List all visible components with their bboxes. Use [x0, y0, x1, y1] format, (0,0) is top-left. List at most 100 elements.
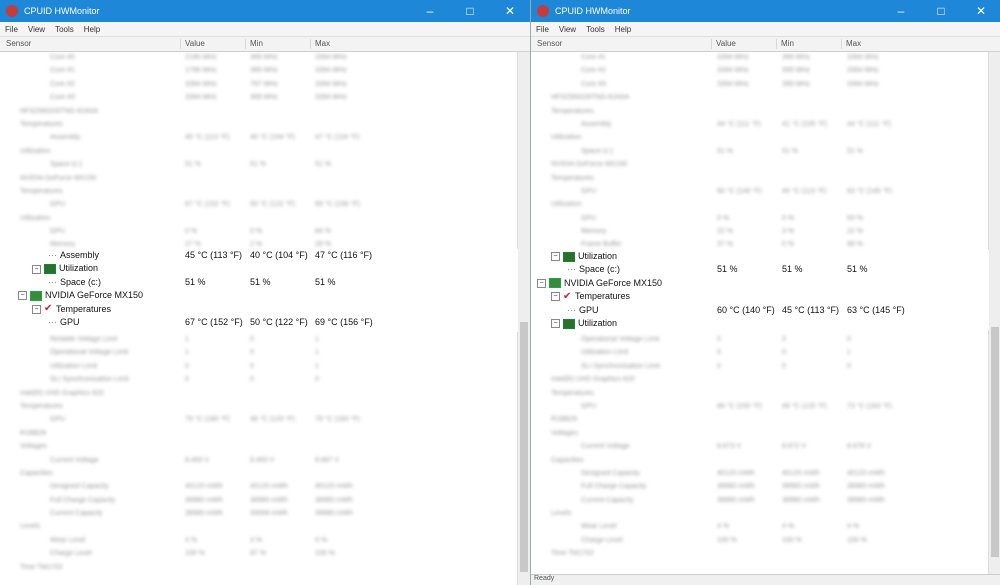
tree-row[interactable]: GPU 60 °C (140 °F) 45 °C (113 °F) 63 °C (14… — [531, 186, 1000, 199]
tree-row[interactable]: Temperatures — [0, 401, 530, 414]
tree-row[interactable]: − NVIDIA GeForce MX150 — [0, 289, 518, 302]
tree-row[interactable]: Core #3 3394 MHz 399 MHz 3394 MHz — [531, 79, 1000, 92]
tree-row[interactable]: − NVIDIA GeForce MX150 — [531, 277, 989, 290]
title-bar[interactable]: CPUID HWMonitor – □ ✕ — [531, 0, 1000, 22]
collapse-icon[interactable]: − — [18, 291, 27, 301]
tree-row[interactable]: Memory 22 % 3 % 22 % — [531, 226, 1000, 239]
tree-row[interactable]: Operational Voltage Limit 1 0 1 — [0, 347, 530, 360]
minimize-icon[interactable]: – — [881, 4, 921, 18]
tree-row[interactable]: Operational Voltage Limit 0 0 0 — [531, 334, 1000, 347]
tree-row[interactable]: Wear Level 4 % 4 % 4 % — [0, 535, 530, 548]
tree-row[interactable]: Full Charge Capacity 38980 mWh 38980 mWh 38… — [531, 481, 1000, 494]
title-bar[interactable]: CPUID HWMonitor – □ ✕ — [0, 0, 530, 22]
maximize-icon[interactable]: □ — [450, 4, 490, 18]
scrollbar-thumb[interactable] — [991, 327, 999, 557]
tree-row[interactable]: Assembly 45 °C (113 °F) 40 °C (104 °F) 47 °… — [0, 132, 530, 145]
tree-row[interactable]: Designed Capacity 40120 mWh 40120 mWh 40120… — [531, 468, 1000, 481]
menu-help[interactable]: Help — [79, 25, 105, 34]
tree-row[interactable]: NVIDIA GeForce MX150 — [0, 173, 530, 186]
tree-row[interactable]: HFS256GD9TNG-62A0A — [531, 92, 1000, 105]
collapse-icon[interactable]: − — [32, 264, 41, 274]
tree-row[interactable]: Core #0 2195 MHz 399 MHz 3394 MHz — [0, 52, 530, 65]
tree-row[interactable]: Temperatures — [0, 119, 530, 132]
scrollbar-thumb[interactable] — [520, 322, 528, 572]
collapse-icon[interactable]: − — [32, 304, 41, 314]
menu-tools[interactable]: Tools — [50, 25, 79, 34]
tree-row[interactable]: − ✔ Temperatures — [0, 303, 518, 316]
close-icon[interactable]: ✕ — [961, 4, 1000, 18]
tree-row[interactable]: Levels — [0, 521, 530, 534]
tree-row[interactable]: Current Capacity 38980 mWh 38980 mWh 38980 … — [531, 495, 1000, 508]
tree-row[interactable]: Core #2 3394 MHz 399 MHz 3394 MHz — [531, 65, 1000, 78]
tree-row[interactable]: ⋯ Space (c:) 51 % 51 % 51 % — [0, 276, 518, 289]
tree-row[interactable]: Designed Capacity 40120 mWh 40120 mWh 40120… — [0, 481, 530, 494]
tree-row[interactable]: Core #1 3394 MHz 399 MHz 3394 MHz — [531, 52, 1000, 65]
col-max[interactable]: Max — [841, 39, 861, 49]
tree-row[interactable]: Utilization — [531, 132, 1000, 145]
menu-view[interactable]: View — [554, 25, 581, 34]
tree-row[interactable]: Utilization Limit 0 0 1 — [0, 361, 530, 374]
maximize-icon[interactable]: □ — [921, 4, 961, 18]
tree-row[interactable]: Utilization — [0, 146, 530, 159]
col-min[interactable]: Min — [245, 39, 263, 49]
col-sensor[interactable]: Sensor — [2, 39, 31, 49]
tree-row[interactable]: R1BB29 — [0, 428, 530, 441]
col-sensor[interactable]: Sensor — [533, 39, 562, 49]
collapse-icon[interactable]: − — [551, 319, 560, 329]
tree-row[interactable]: Current Voltage 8.493 V 8.493 V 8.687 V — [0, 455, 530, 468]
tree-row[interactable]: GPU 67 °C (152 °F) 50 °C (122 °F) 69 °C (15… — [0, 199, 530, 212]
collapse-icon[interactable]: − — [537, 278, 546, 288]
tree-row[interactable]: ⋯ Assembly 45 °C (113 °F) 40 °C (104 °F) … — [0, 249, 518, 262]
tree-row[interactable]: Utilization — [531, 199, 1000, 212]
tree-row[interactable]: − ✔ Temperatures — [531, 290, 989, 303]
tree-row[interactable]: HFS256GD9TNG-62A0A — [0, 106, 530, 119]
tree-row[interactable]: Core #2 3394 MHz 797 MHz 3394 MHz — [0, 79, 530, 92]
menu-file[interactable]: File — [531, 25, 554, 34]
tree-row[interactable]: Temperatures — [531, 173, 1000, 186]
tree-row[interactable]: GPU 0 % 0 % 84 % — [0, 226, 530, 239]
collapse-icon[interactable]: − — [551, 252, 560, 262]
tree-row[interactable]: Capacities — [531, 455, 1000, 468]
col-max[interactable]: Max — [310, 39, 330, 49]
tree-row[interactable]: Utilization — [0, 213, 530, 226]
tree-row[interactable]: GPU 0 % 0 % 63 % — [531, 213, 1000, 226]
tree-row[interactable]: Space (c:) 51 % 51 % 51 % — [0, 159, 530, 172]
tree-row[interactable]: Voltages — [531, 428, 1000, 441]
tree-row[interactable]: Voltages — [0, 441, 530, 454]
tree-row[interactable]: Temperatures — [0, 186, 530, 199]
tree-row[interactable]: ⋯ GPU 60 °C (140 °F) 45 °C (113 °F) 63 °C… — [531, 304, 989, 317]
tree-row[interactable]: Temperatures — [531, 388, 1000, 401]
tree-row[interactable]: Current Voltage 8.673 V 8.672 V 8.678 V — [531, 441, 1000, 454]
menu-tools[interactable]: Tools — [581, 25, 610, 34]
tree-row[interactable]: Assembly 44 °C (111 °F) 41 °C (105 °F) 44 °… — [531, 119, 1000, 132]
col-value[interactable]: Value — [180, 39, 205, 49]
tree-row[interactable]: GPU 66 °C (150 °F) 49 °C (120 °F) 73 °C (16… — [531, 401, 1000, 414]
tree-row[interactable]: Intel(R) UHD Graphics 620 — [0, 388, 530, 401]
tree-row[interactable]: Time TM1702 — [531, 548, 1000, 561]
tree-row[interactable]: SLI Synchronisation Limit 0 0 0 — [0, 374, 530, 387]
tree-row[interactable]: − Utilization — [0, 262, 518, 275]
tree-row[interactable]: SLI Synchronisation Limit 0 0 0 — [531, 361, 1000, 374]
tree-row[interactable]: Current Capacity 38980 mWh 33066 mWh 38980 … — [0, 508, 530, 521]
tree-row[interactable]: GPU 79 °C (180 °F) 48 °C (120 °F) 79 °C (18… — [0, 414, 530, 427]
tree-row[interactable]: Charge Level 100 % 87 % 100 % — [0, 548, 530, 561]
vertical-scrollbar[interactable] — [988, 52, 1000, 585]
vertical-scrollbar[interactable] — [517, 52, 530, 585]
collapse-icon[interactable]: − — [551, 292, 560, 302]
tree-row[interactable]: Charge Level 100 % 100 % 100 % — [531, 535, 1000, 548]
tree-row[interactable]: NVIDIA GeForce MX150 — [531, 159, 1000, 172]
col-value[interactable]: Value — [711, 39, 736, 49]
tree-row[interactable]: − Utilization — [531, 317, 989, 330]
tree-row[interactable]: Full Charge Capacity 38980 mWh 38980 mWh 38… — [0, 495, 530, 508]
tree-row[interactable]: Utilization Limit 0 0 1 — [531, 347, 1000, 360]
close-icon[interactable]: ✕ — [490, 4, 530, 18]
minimize-icon[interactable]: – — [410, 4, 450, 18]
tree-row[interactable]: Reliable Voltage Limit 1 0 1 — [0, 334, 530, 347]
tree-row[interactable]: ⋯ Space (c:) 51 % 51 % 51 % — [531, 263, 989, 276]
tree-row[interactable]: Time TM1702 — [0, 562, 530, 575]
tree-row[interactable]: Core #3 3394 MHz 399 MHz 3394 MHz — [0, 92, 530, 105]
tree-row[interactable]: Levels — [531, 508, 1000, 521]
col-min[interactable]: Min — [776, 39, 794, 49]
menu-view[interactable]: View — [23, 25, 50, 34]
menu-file[interactable]: File — [0, 25, 23, 34]
